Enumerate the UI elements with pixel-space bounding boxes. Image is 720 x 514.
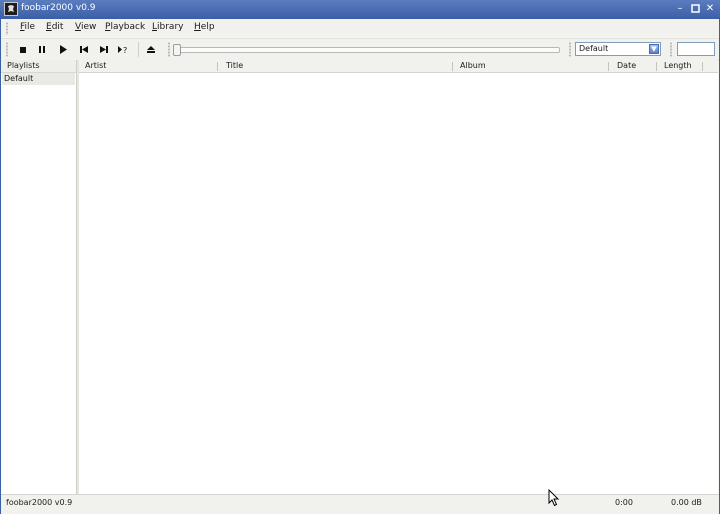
play-icon[interactable] [56, 43, 70, 56]
playlist-item-label: Default [4, 74, 34, 83]
column-title[interactable]: Title [226, 61, 243, 70]
column-length[interactable]: Length [664, 61, 692, 70]
menu-edit[interactable]: Edit [46, 22, 63, 32]
maximize-icon[interactable] [689, 3, 701, 15]
playback-time: 0:00 [615, 498, 633, 507]
playlists-header-label: Playlists [7, 61, 40, 70]
menubar-grip[interactable] [6, 22, 8, 35]
volume-level: 0.00 dB [671, 498, 702, 507]
playlist-item-default[interactable]: Default [2, 73, 75, 85]
menu-playback[interactable]: Playback [105, 22, 145, 32]
menu-help[interactable]: Help [194, 22, 215, 32]
column-artist[interactable]: Artist [85, 61, 106, 70]
menu-library[interactable]: Library [152, 22, 183, 32]
playlists-panel: Playlists Default [1, 60, 77, 494]
playlists-header[interactable]: Playlists [1, 60, 76, 73]
column-header: Artist Title Album Date Length [79, 60, 718, 73]
column-album[interactable]: Album [460, 61, 486, 70]
chevron-down-icon[interactable]: ▼ [649, 44, 659, 54]
mouse-pointer-icon [548, 488, 560, 510]
playlist-dropdown-value: Default [579, 44, 609, 53]
column-divider[interactable] [656, 62, 657, 71]
status-bar: foobar2000 v0.9 0:00 0.00 dB [1, 494, 719, 514]
seek-thumb[interactable] [173, 44, 181, 56]
svg-text:?: ? [123, 46, 127, 55]
open-icon[interactable] [144, 43, 158, 56]
seek-bar[interactable] [173, 47, 560, 53]
column-date[interactable]: Date [617, 61, 636, 70]
stop-icon[interactable] [16, 43, 30, 56]
column-divider[interactable] [702, 62, 703, 71]
dropdown-grip[interactable] [569, 42, 571, 57]
minimize-icon[interactable]: – [674, 3, 686, 15]
search-input[interactable] [677, 42, 715, 56]
menu-view[interactable]: View [75, 22, 96, 32]
close-icon[interactable]: ✕ [704, 3, 716, 15]
playlist-view[interactable]: Artist Title Album Date Length [79, 60, 718, 494]
toolbar-grip[interactable] [6, 42, 8, 57]
foobar-app-icon[interactable] [4, 2, 18, 16]
menu-file[interactable]: File [20, 22, 35, 32]
toolbar: ? Default ▼ [1, 38, 719, 61]
playlist-dropdown[interactable]: Default ▼ [575, 42, 661, 56]
column-divider[interactable] [452, 62, 453, 71]
toolbar-separator [138, 42, 139, 57]
window-title: foobar2000 v0.9 [21, 3, 96, 13]
column-divider[interactable] [608, 62, 609, 71]
next-icon[interactable] [97, 43, 111, 56]
title-bar[interactable]: foobar2000 v0.9 – ✕ [0, 0, 720, 19]
column-divider[interactable] [217, 62, 218, 71]
seekbar-grip[interactable] [168, 42, 170, 57]
menu-bar: File Edit View Playback Library Help [1, 19, 719, 37]
random-icon[interactable]: ? [117, 43, 131, 56]
pause-icon[interactable] [35, 43, 49, 56]
previous-icon[interactable] [77, 43, 91, 56]
search-grip[interactable] [670, 42, 672, 57]
status-text: foobar2000 v0.9 [6, 498, 73, 507]
